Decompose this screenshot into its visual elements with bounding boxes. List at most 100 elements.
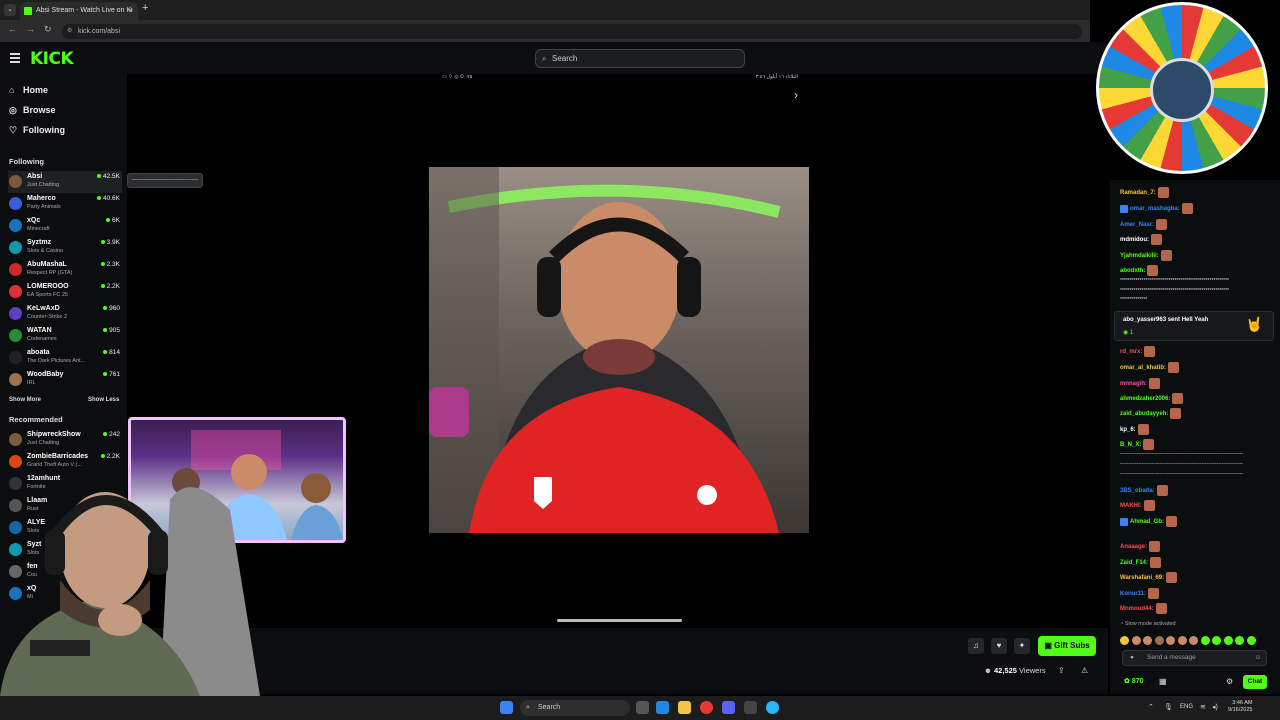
menu-icon[interactable] [10,53,20,65]
file-explorer-icon[interactable] [678,701,691,714]
heart-follow-icon[interactable]: ♥ [991,638,1007,654]
channel-points[interactable]: ✿ 870 [1124,677,1144,685]
stream-video[interactable] [429,167,809,533]
emote-icon[interactable] [1143,636,1152,645]
chat-message[interactable]: abodxth: [1120,265,1159,276]
chat-send-button[interactable]: Chat [1243,675,1267,689]
back-icon[interactable]: ← [8,24,17,34]
chat-username[interactable]: 3BS_obada: [1120,488,1155,494]
chat-username[interactable]: zaid_abudayyeh: [1120,411,1168,417]
kick-logo[interactable]: KICK [30,49,74,69]
show-more-button[interactable]: Show More [9,397,41,403]
emote-icon[interactable] [1223,636,1233,645]
chat-message[interactable]: Ramadan_7: [1120,187,1169,198]
chat-message[interactable]: Ahmad_Gb: [1120,516,1178,527]
settings-icon[interactable]: ⚙ [1226,677,1233,686]
following-channel-item[interactable]: LOMEROOO EA Sports FC 25 2.2K [8,281,122,303]
chat-username[interactable]: mnnagih: [1120,381,1147,387]
chat-message[interactable]: omar_al_khatib: [1120,362,1180,373]
chat-message[interactable]: Warshafani_69: [1120,572,1178,583]
calendar-icon[interactable]: ▦ [1159,677,1167,686]
chat-username[interactable]: MAKHI: [1120,503,1142,509]
mic-icon[interactable]: 🎙 [1164,703,1173,711]
following-channel-item[interactable]: WoodBaby IRL 761 [8,369,122,391]
chat-message[interactable]: zaid_abudayyeh: [1120,408,1182,419]
emote-icon[interactable] [1154,636,1164,645]
chat-username[interactable]: Yjahmdalkilii: [1120,253,1159,259]
following-channel-item[interactable]: WATAN Codenames 905 [8,325,122,347]
chat-message-input[interactable]: ● Send a message ☺ [1122,650,1267,666]
emote-icon[interactable] [1177,636,1187,645]
share-icon[interactable]: ⇪ [1058,666,1065,675]
forward-icon[interactable]: → [26,24,35,34]
bell-icon[interactable]: ♫ [968,638,984,654]
chat-username[interactable]: Ahmad_Gb: [1130,519,1164,525]
browser-tab[interactable]: Absi Stream - Watch Live on Ki × [20,2,138,20]
emote-icon[interactable] [1200,636,1210,645]
emote-icon[interactable] [1189,636,1198,645]
sparkle-icon[interactable]: ✦ [1014,638,1030,654]
following-channel-item[interactable]: Maherco Party Animals 40.6K [8,193,122,215]
emote-quick-bar[interactable] [1120,632,1272,645]
chat-message[interactable]: mdmidou: [1120,234,1162,245]
chevron-right-icon[interactable]: › [794,88,798,102]
nav-following[interactable]: ♡ Following [9,125,65,136]
chat-message[interactable]: Konur11: [1120,588,1160,599]
emote-icon[interactable] [1131,636,1141,645]
wifi-icon[interactable]: ≋ [1200,703,1206,711]
chat-message[interactable]: Yjahmdalkilii: [1120,250,1172,261]
chat-username[interactable]: abodxth: [1120,268,1145,274]
search-input[interactable]: ⌕ Search [535,49,745,68]
volume-icon[interactable]: ◂) [1212,703,1218,711]
chat-message[interactable]: Mnmoud44: [1120,603,1167,614]
recommended-channel-item[interactable]: ShipwreckShow Just Chatting 242 [8,429,122,451]
chat-message[interactable]: B_N_X: [1120,439,1155,450]
reload-icon[interactable]: ↻ [44,24,52,35]
chat-username[interactable]: mdmidou: [1120,237,1149,243]
language-indicator[interactable]: ENG [1180,704,1193,710]
new-tab-button[interactable]: + [142,2,148,14]
following-channel-item[interactable]: KeLwAxD Counter-Strike 2 960 [8,303,122,325]
emote-icon[interactable] [1166,636,1175,645]
following-channel-item[interactable]: Absi Just Chatting 42.5K [8,171,122,193]
edge-icon[interactable] [656,701,669,714]
emote-icon[interactable] [1235,636,1244,645]
report-icon[interactable]: ⚠ [1081,666,1088,675]
site-info-icon[interactable]: ⚙ [67,24,72,39]
chat-username[interactable]: Zaid_F14: [1120,560,1148,566]
obs-icon[interactable] [744,701,757,714]
chrome-icon[interactable] [700,701,713,714]
chat-message[interactable]: mnnagih: [1120,378,1160,389]
chat-username[interactable]: rd_mrx: [1120,349,1142,355]
chat-message[interactable]: Anaaage: [1120,541,1161,552]
chat-message[interactable]: ahmedzaher2006: [1120,393,1184,404]
tab-search-button[interactable]: ⌄ [4,4,16,16]
tray-chevron-icon[interactable]: ⌃ [1148,703,1154,711]
emote-icon[interactable] [1212,636,1221,645]
chat-username[interactable]: Mnmoud44: [1120,606,1154,612]
chat-username[interactable]: ahmedzaher2006: [1120,396,1170,402]
chat-message[interactable]: rd_mrx: [1120,346,1156,357]
chat-message[interactable]: MAKHI: [1120,500,1155,511]
chat-message[interactable]: kp_6: [1120,424,1149,435]
tab-close-icon[interactable]: × [128,2,133,20]
following-channel-item[interactable]: AbuMashaL Respect RP (GTA) 2.3K [8,259,122,281]
chat-username[interactable]: omar_al_khatib: [1120,365,1166,371]
nav-browse[interactable]: ◎ Browse [9,105,56,116]
chat-username[interactable]: Konur11: [1120,591,1146,597]
discord-icon[interactable] [722,701,735,714]
chat-message[interactable]: omar_mashagba: [1120,203,1193,214]
gift-subs-button[interactable]: ▣ Gift Subs [1038,636,1096,656]
url-field[interactable]: ⚙ kick.com/absi [62,24,1082,39]
chat-username[interactable]: kp_6: [1120,427,1136,433]
following-channel-item[interactable]: Syztmz Slots & Casino 3.9K [8,237,122,259]
emote-icon[interactable] [1246,636,1256,645]
chat-username[interactable]: Warshafani_69: [1120,575,1164,581]
chat-username[interactable]: omar_mashagba: [1130,206,1180,212]
chat-message[interactable]: 3BS_obada: [1120,485,1168,496]
chat-username[interactable]: Anaaage: [1120,544,1147,550]
show-less-button[interactable]: Show Less [88,397,119,403]
chat-username[interactable]: Amer_Nasr: [1120,222,1154,228]
task-view-icon[interactable] [636,701,649,714]
following-channel-item[interactable]: aboata The Dark Pictures Ant... 814 [8,347,122,369]
